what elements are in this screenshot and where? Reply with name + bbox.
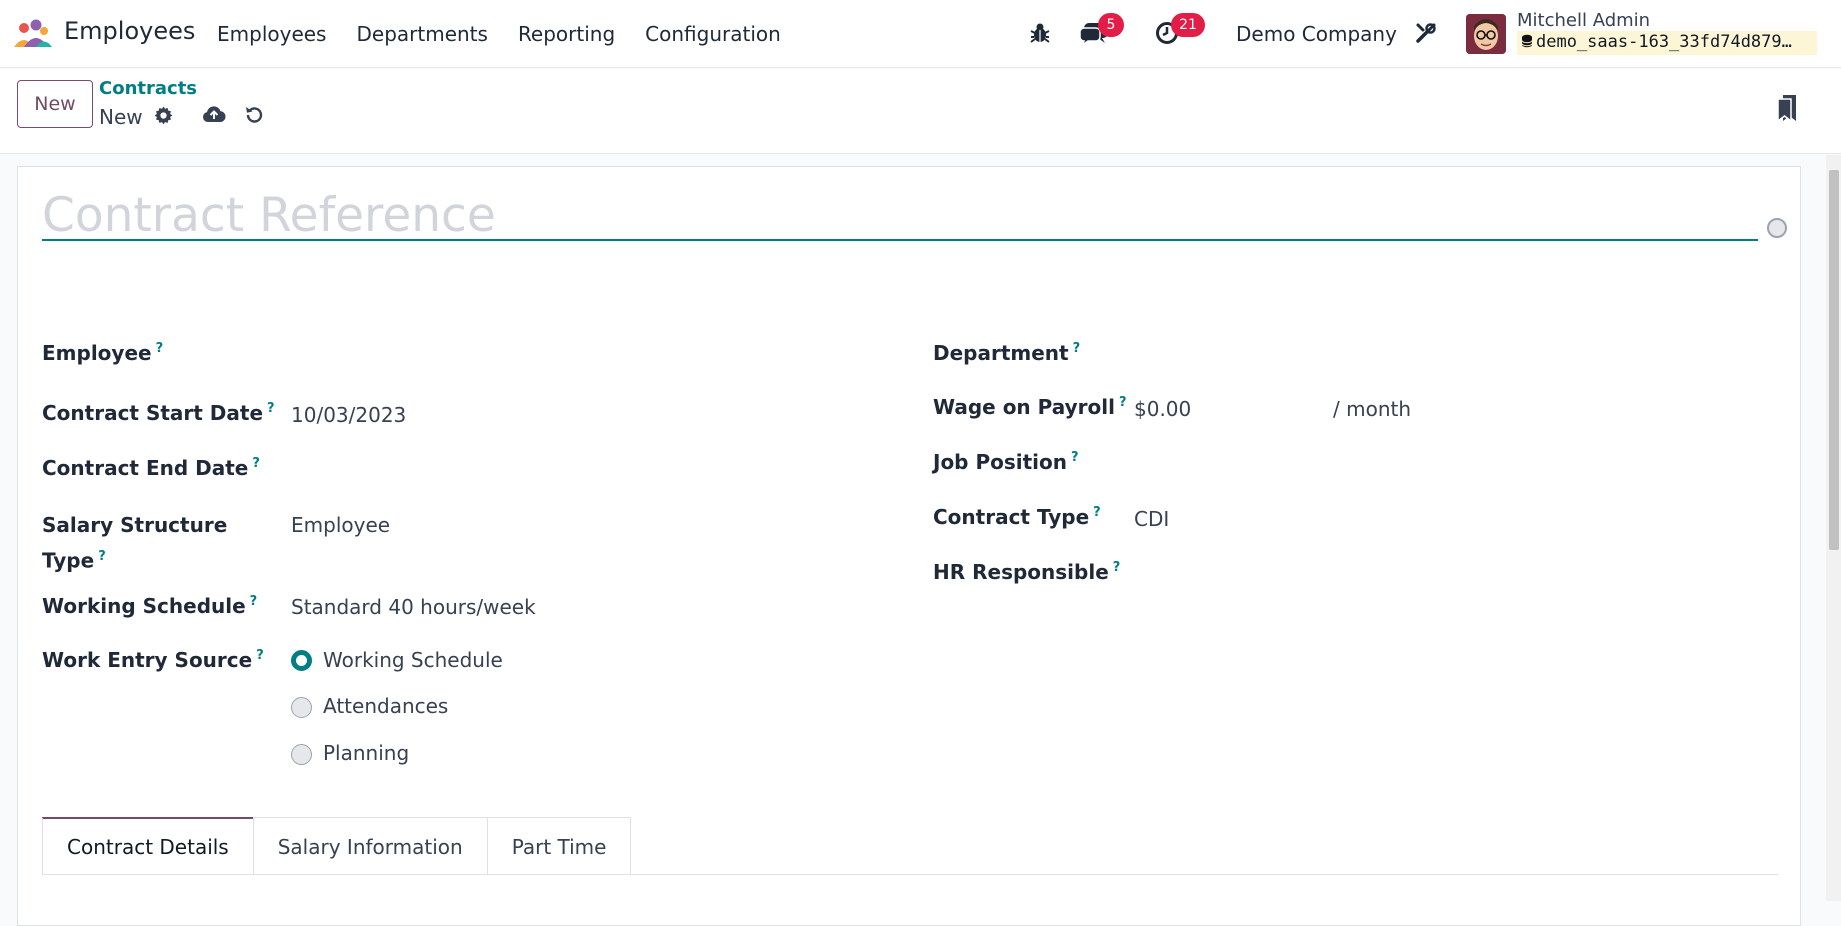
help-tooltip[interactable]: ? xyxy=(250,594,258,609)
menu-departments[interactable]: Departments xyxy=(356,22,487,46)
help-tooltip[interactable]: ? xyxy=(1119,395,1127,410)
help-tooltip[interactable]: ? xyxy=(252,456,260,471)
debug-bug-icon[interactable] xyxy=(1030,22,1050,44)
tools-icon[interactable] xyxy=(1415,22,1437,44)
help-tooltip[interactable]: ? xyxy=(1071,450,1079,465)
top-navbar: Employees Employees Departments Reportin… xyxy=(0,0,1841,68)
contract-end-date-label: Contract End Date? xyxy=(42,456,260,480)
menu-reporting[interactable]: Reporting xyxy=(518,22,615,46)
control-panel: New Contracts New xyxy=(0,69,1841,154)
bookmarks-icon[interactable] xyxy=(1776,94,1798,122)
contract-type-field[interactable]: CDI xyxy=(1134,507,1169,531)
discard-undo-icon[interactable] xyxy=(244,105,264,125)
help-tooltip[interactable]: ? xyxy=(267,401,275,416)
wage-on-payroll-field[interactable]: $0.00 xyxy=(1134,397,1191,421)
main-menu: Employees Departments Reporting Configur… xyxy=(217,22,811,46)
form-sheet: Employee? Contract Start Date? 10/03/202… xyxy=(17,166,1801,926)
record-title: New xyxy=(99,105,143,129)
help-tooltip[interactable]: ? xyxy=(156,341,164,356)
help-tooltip[interactable]: ? xyxy=(256,648,264,663)
save-cloud-icon[interactable] xyxy=(202,104,226,124)
wage-on-payroll-label: Wage on Payroll? xyxy=(933,395,1127,419)
new-button[interactable]: New xyxy=(17,80,93,128)
working-schedule-field[interactable]: Standard 40 hours/week xyxy=(291,595,536,619)
menu-employees[interactable]: Employees xyxy=(217,22,326,46)
tab-salary-information[interactable]: Salary Information xyxy=(252,817,488,875)
radio-label-working-schedule[interactable]: Working Schedule xyxy=(323,648,503,672)
tab-part-time[interactable]: Part Time xyxy=(486,817,632,875)
contract-type-label: Contract Type? xyxy=(933,505,1101,529)
database-name-text: demo_saas-163_33fd74d879… xyxy=(1536,32,1792,52)
status-indicator[interactable] xyxy=(1767,218,1787,238)
hr-responsible-label: HR Responsible? xyxy=(933,560,1121,584)
salary-structure-type-field[interactable]: Employee xyxy=(291,513,390,537)
database-name: demo_saas-163_33fd74d879… xyxy=(1517,31,1817,55)
company-switcher[interactable]: Demo Company xyxy=(1236,22,1397,46)
avatar-face-icon xyxy=(1466,14,1506,54)
user-name[interactable]: Mitchell Admin xyxy=(1517,10,1650,31)
contract-start-date-label: Contract Start Date? xyxy=(42,401,275,425)
working-schedule-label: Working Schedule? xyxy=(42,594,258,618)
employees-app-icon[interactable] xyxy=(12,19,52,49)
tab-contract-details[interactable]: Contract Details xyxy=(42,817,254,875)
radio-planning[interactable] xyxy=(291,744,312,765)
radio-label-planning[interactable]: Planning xyxy=(323,741,409,765)
breadcrumb-contracts[interactable]: Contracts xyxy=(99,78,197,99)
wage-unit: / month xyxy=(1333,397,1412,421)
employee-label: Employee? xyxy=(42,341,164,365)
menu-configuration[interactable]: Configuration xyxy=(645,22,781,46)
salary-structure-type-label: Salary Structure Type? xyxy=(42,513,228,573)
messages-badge: 5 xyxy=(1098,13,1124,37)
job-position-label: Job Position? xyxy=(933,450,1079,474)
database-icon xyxy=(1521,34,1533,48)
contract-start-date-field[interactable]: 10/03/2023 xyxy=(291,403,406,427)
radio-label-attendances[interactable]: Attendances xyxy=(323,694,448,718)
radio-working-schedule[interactable] xyxy=(291,650,312,671)
scrollbar-thumb[interactable] xyxy=(1829,170,1839,550)
radio-attendances[interactable] xyxy=(291,697,312,718)
gear-icon[interactable] xyxy=(154,106,173,125)
help-tooltip[interactable]: ? xyxy=(1113,560,1121,575)
activities-badge: 21 xyxy=(1171,13,1205,37)
app-name[interactable]: Employees xyxy=(64,17,195,45)
notebook-tabs: Contract Details Salary Information Part… xyxy=(42,817,632,875)
help-tooltip[interactable]: ? xyxy=(1093,505,1101,520)
tab-divider xyxy=(42,874,1778,875)
contract-reference-input[interactable] xyxy=(42,191,1758,241)
help-tooltip[interactable]: ? xyxy=(1073,341,1081,356)
user-avatar[interactable] xyxy=(1466,14,1506,54)
department-label: Department? xyxy=(933,341,1081,365)
work-entry-source-label: Work Entry Source? xyxy=(42,648,264,672)
help-tooltip[interactable]: ? xyxy=(98,549,106,564)
